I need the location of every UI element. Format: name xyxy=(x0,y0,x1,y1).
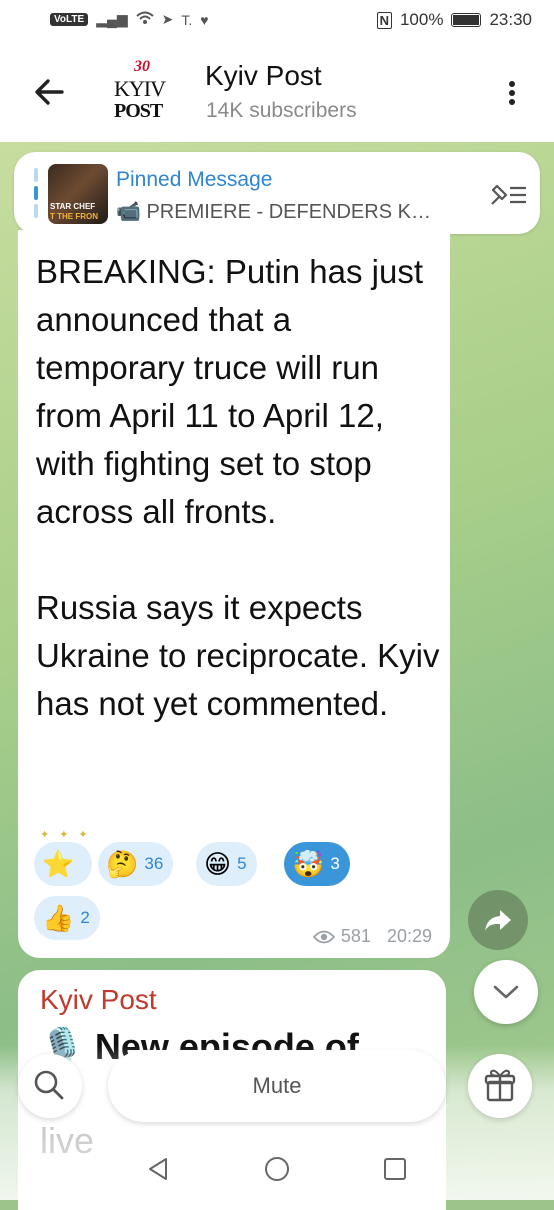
reaction-star[interactable]: ⭐ xyxy=(34,842,92,886)
battery-percent: 100% xyxy=(399,10,444,29)
nfc-icon: N xyxy=(376,11,392,29)
view-count: 581 xyxy=(340,926,371,946)
more-options-icon[interactable] xyxy=(506,78,518,118)
nav-back-icon[interactable] xyxy=(144,1154,174,1184)
message-meta: 581 20:29 xyxy=(312,926,432,947)
message-time: 20:29 xyxy=(386,926,432,946)
gift-icon xyxy=(484,1069,516,1102)
logo-number: 30 xyxy=(134,58,150,75)
subscriber-count: 14K subscribers xyxy=(206,99,357,122)
nav-recents-icon[interactable] xyxy=(380,1154,410,1184)
thumb-text-2: T THE FRON xyxy=(50,212,98,221)
reaction-thinking[interactable]: 🤔 36 xyxy=(98,842,174,886)
message-bubble[interactable]: BREAKING: Putin has just announced that … xyxy=(18,230,450,958)
status-bar: VoLTE ▂▄▆ ➤ T. ♥ N 100% 23:30 xyxy=(0,0,554,42)
reaction-grin[interactable]: 😁 5 xyxy=(196,842,257,886)
pinned-preview: 📹 PREMIERE - DEFENDERS K… xyxy=(116,201,431,223)
pinned-thumbnail: STAR CHEF T THE FRON xyxy=(48,164,108,224)
pinned-message-bar[interactable]: STAR CHEF T THE FRON Pinned Message 📹 PR… xyxy=(14,152,540,234)
nav-home-icon[interactable] xyxy=(262,1154,292,1184)
message-author: Kyiv Post xyxy=(40,984,157,1015)
system-navigation-bar xyxy=(0,1140,554,1200)
chevron-down-icon xyxy=(493,985,519,999)
wifi-icon xyxy=(135,11,154,28)
back-arrow-icon[interactable] xyxy=(30,72,70,112)
battery-icon xyxy=(451,13,482,27)
reaction-count: 5 xyxy=(237,854,247,873)
pinned-title: Pinned Message xyxy=(116,168,273,191)
chat-header: 30 KYIV POST Kyiv Post 14K subscribers xyxy=(0,42,554,143)
telegram-notification-icon: T. xyxy=(181,11,193,28)
gift-button[interactable] xyxy=(468,1054,532,1118)
thumb-text-1: STAR CHEF xyxy=(50,202,96,211)
channel-name[interactable]: Kyiv Post xyxy=(205,60,322,92)
pinned-list-icon[interactable] xyxy=(488,180,528,208)
sparkles-decoration: ✦✦✦ xyxy=(40,829,98,841)
star-icon: ⭐ xyxy=(42,849,75,879)
search-icon xyxy=(34,1070,64,1100)
reaction-thumbs-up[interactable]: 👍 2 xyxy=(34,896,100,940)
logo-line2: POST xyxy=(114,100,163,122)
volte-badge: VoLTE xyxy=(50,13,89,26)
clock: 23:30 xyxy=(489,10,532,29)
reaction-count: 2 xyxy=(80,908,90,927)
channel-avatar[interactable]: 30 KYIV POST xyxy=(104,58,174,124)
eye-icon xyxy=(312,930,335,943)
message-text: BREAKING: Putin has just announced that … xyxy=(36,253,440,722)
reaction-count: 36 xyxy=(144,854,164,873)
pin-indicator xyxy=(34,168,38,218)
thumbs-up-icon: 👍 xyxy=(42,903,75,933)
reaction-count: 3 xyxy=(330,854,340,873)
navigation-icon: ➤ xyxy=(161,11,174,27)
signal-icon: ▂▄▆ xyxy=(96,11,128,27)
thinking-face-icon: 🤔 xyxy=(106,849,139,879)
search-button[interactable] xyxy=(18,1054,82,1118)
exploding-head-icon: 🤯 xyxy=(292,849,325,879)
share-arrow-icon xyxy=(485,910,511,931)
shield-notification-icon: ♥ xyxy=(200,11,209,28)
scroll-down-button[interactable] xyxy=(474,960,538,1024)
share-button[interactable] xyxy=(468,890,528,950)
mute-button[interactable]: Mute xyxy=(108,1050,446,1122)
logo-line1: KYIV xyxy=(114,76,166,101)
reaction-exploding-head[interactable]: 🤯 3 xyxy=(284,842,350,886)
grin-face-icon: 😁 xyxy=(204,849,232,879)
